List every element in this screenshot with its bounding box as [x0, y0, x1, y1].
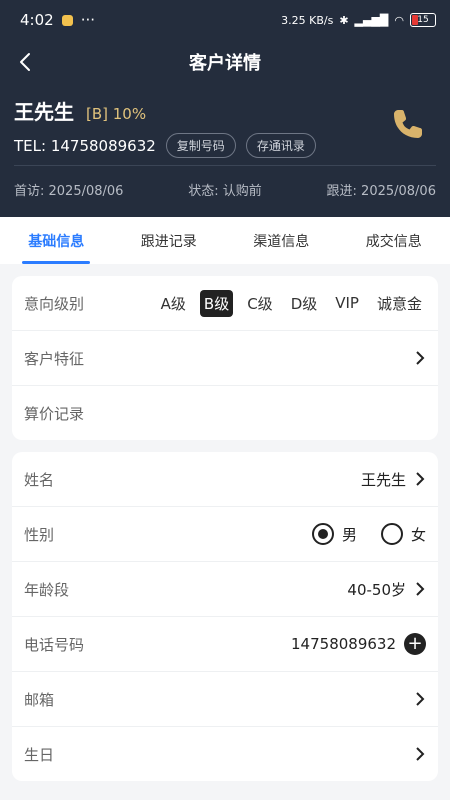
signal-icon: ▂▄▆█: [354, 13, 389, 27]
age-row[interactable]: 年龄段 40-50岁: [12, 561, 438, 616]
intent-level-label: 意向级别: [24, 294, 85, 313]
customer-level: [B] 10%: [86, 105, 147, 123]
customer-features-row[interactable]: 客户特征: [12, 330, 438, 385]
tab-deal-info[interactable]: 成交信息: [360, 231, 428, 251]
chevron-right-icon: [416, 472, 425, 486]
chevron-right-icon: [416, 747, 425, 761]
intent-level-row: 意向级别 A级 B级 C级 D级 VIP 诚意金: [12, 276, 438, 330]
phone-row: 电话号码 14758089632 +: [12, 616, 438, 671]
customer-name: 王先生: [14, 100, 74, 124]
price-record-row[interactable]: 算价记录: [12, 385, 438, 440]
profile: 王先生 [B] 10% TEL: 14758089632 复制号码 存通讯录: [0, 96, 450, 158]
clock: 4:02: [20, 11, 54, 29]
status-bar: 4:02 ··· 3.25 KB/s ✱ ▂▄▆█ ◠ 15: [0, 0, 450, 40]
copy-number-button[interactable]: 复制号码: [165, 133, 236, 158]
gender-female-radio[interactable]: 女: [380, 523, 426, 545]
nav-bar: 客户详情: [0, 40, 450, 84]
chevron-right-icon: [416, 692, 425, 706]
tab-basic-info[interactable]: 基础信息: [22, 231, 91, 264]
grade-c[interactable]: C级: [243, 290, 276, 317]
customer-features-label: 客户特征: [24, 349, 85, 368]
intent-card: 意向级别 A级 B级 C级 D级 VIP 诚意金 客户特征 算价记录: [12, 276, 438, 440]
visit-dates: 首访: 2025/08/06 状态: 认购前 跟进: 2025/08/06: [14, 180, 436, 199]
grade-b[interactable]: B级: [199, 289, 234, 317]
grade-d[interactable]: D级: [287, 290, 322, 317]
radio-checked-icon: [311, 523, 334, 545]
email-label: 邮箱: [24, 690, 55, 709]
name-label: 姓名: [24, 470, 55, 489]
wifi-icon: ◠: [394, 13, 404, 27]
header-divider: [14, 165, 436, 166]
header: 4:02 ··· 3.25 KB/s ✱ ▂▄▆█ ◠ 15 客户详情 王先生 …: [0, 0, 450, 217]
grade-options: A级 B级 C级 D级 VIP 诚意金: [157, 289, 426, 317]
back-arrow-icon[interactable]: [14, 50, 38, 74]
tab-bar: 基础信息 跟进记录 渠道信息 成交信息: [0, 217, 450, 264]
email-row[interactable]: 邮箱: [12, 671, 438, 726]
gender-row: 性别 男 女: [12, 506, 438, 561]
chevron-right-icon: [416, 582, 425, 596]
phone-icon[interactable]: [388, 104, 428, 144]
price-record-label: 算价记录: [24, 404, 85, 423]
chevron-right-icon: [416, 351, 425, 365]
gender-label: 性别: [24, 525, 55, 544]
first-visit-date: 首访: 2025/08/06: [14, 184, 124, 199]
grade-deposit[interactable]: 诚意金: [373, 290, 426, 317]
age-label: 年龄段: [24, 580, 70, 599]
follow-date: 跟进: 2025/08/06: [326, 184, 436, 199]
birthday-label: 生日: [24, 745, 55, 764]
tab-channel-info[interactable]: 渠道信息: [247, 231, 315, 251]
save-contact-button[interactable]: 存通讯录: [245, 133, 316, 158]
info-card: 姓名 王先生 性别 男 女 年龄段 40-50岁 电话号码 1475808963…: [12, 452, 438, 781]
status-text: 状态: 认购前: [188, 184, 262, 199]
notification-icon: [61, 14, 73, 26]
bluetooth-icon: ✱: [339, 13, 349, 27]
grade-a[interactable]: A级: [157, 290, 190, 317]
age-value: 40-50岁: [347, 580, 406, 599]
birthday-row[interactable]: 生日: [12, 726, 438, 781]
radio-unchecked-icon: [380, 523, 403, 545]
name-value: 王先生: [360, 470, 406, 489]
tab-follow-records[interactable]: 跟进记录: [135, 231, 203, 251]
name-row[interactable]: 姓名 王先生: [12, 452, 438, 506]
phone-value: 14758089632: [291, 635, 396, 653]
phone-label: 电话号码: [24, 635, 85, 654]
page-title: 客户详情: [189, 53, 261, 74]
gender-male-radio[interactable]: 男: [311, 523, 357, 545]
battery-icon: 15: [410, 13, 436, 27]
customer-tel: TEL: 14758089632: [14, 136, 156, 155]
add-phone-icon[interactable]: +: [404, 633, 426, 655]
net-speed: 3.25 KB/s: [281, 13, 334, 27]
grade-vip[interactable]: VIP: [331, 291, 363, 315]
more-dots: ···: [80, 11, 95, 29]
